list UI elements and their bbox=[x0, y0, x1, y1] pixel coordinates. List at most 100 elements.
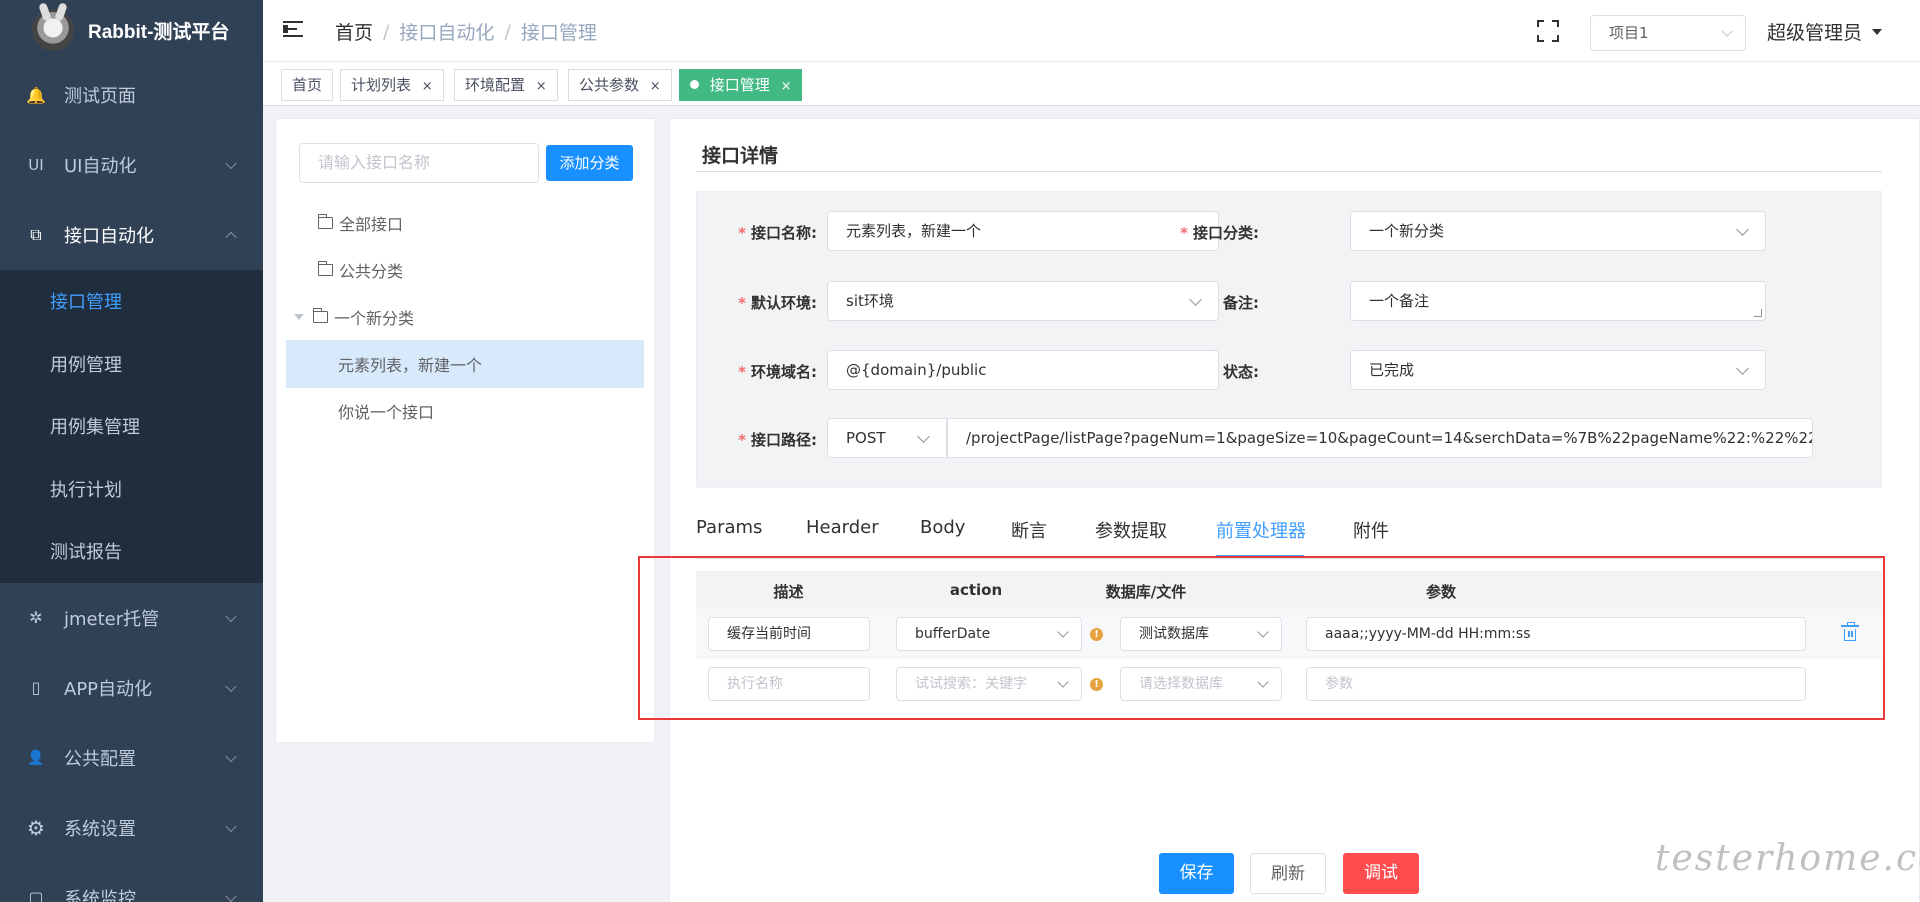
tab-params[interactable]: Params bbox=[696, 517, 762, 538]
navbar: 首页 / 接口自动化 / 接口管理 项目1 超级管理员 bbox=[263, 0, 1920, 62]
sidebar-item-public-config[interactable]: 👤 公共配置 bbox=[0, 723, 263, 793]
folder-icon bbox=[317, 261, 333, 276]
caret-down-icon[interactable] bbox=[294, 314, 304, 320]
user-menu[interactable]: 超级管理员 bbox=[1767, 18, 1883, 45]
api-category-select[interactable]: 一个新分类 bbox=[1350, 211, 1766, 251]
chevron-up-icon bbox=[225, 231, 237, 244]
tree-node-element-list[interactable]: 元素列表，新建一个 bbox=[286, 340, 644, 388]
sidebar-item-api-management[interactable]: 接口管理 bbox=[0, 270, 263, 333]
aperture-icon: ✲ bbox=[29, 608, 43, 627]
sidebar-item-system-settings[interactable]: ⚙ 系统设置 bbox=[0, 793, 263, 863]
chevron-down-icon bbox=[1736, 362, 1749, 375]
sidebar-item-api-automation[interactable]: ⧉ 接口自动化 bbox=[0, 200, 263, 270]
tree-node-all-apis[interactable]: 全部接口 bbox=[286, 199, 644, 247]
tab-header[interactable]: Hearder bbox=[806, 517, 879, 538]
refresh-button[interactable]: 刷新 bbox=[1250, 853, 1326, 894]
default-env-label: * 默认环境: bbox=[738, 294, 817, 312]
api-form: * 接口名称: 元素列表，新建一个 * 接口分类: 一个新分类 * 默认环境: sit… bbox=[696, 191, 1882, 488]
sidebar-item-label: 系统监控 bbox=[64, 888, 136, 902]
ui-text-icon: UI bbox=[28, 156, 44, 174]
folder-icon bbox=[317, 214, 333, 229]
breadcrumb-separator: / bbox=[383, 20, 390, 43]
tree-node-public-category[interactable]: 公共分类 bbox=[286, 246, 644, 294]
tree-node-label: 元素列表，新建一个 bbox=[338, 356, 483, 375]
mobile-icon: ▯ bbox=[31, 678, 41, 697]
project-select[interactable]: 项目1 bbox=[1590, 15, 1746, 51]
tag-api-management[interactable]: 接口管理 × bbox=[679, 69, 803, 101]
status-select[interactable]: 已完成 bbox=[1350, 350, 1766, 390]
chevron-down-icon bbox=[1721, 25, 1733, 37]
api-tree-panel: 请输入接口名称 添加分类 全部接口 公共分类 一个新分类 元素列表，新建一个 你… bbox=[275, 118, 655, 743]
remark-textarea[interactable]: 一个备注 bbox=[1350, 281, 1766, 321]
breadcrumb-home[interactable]: 首页 bbox=[335, 18, 373, 45]
chevron-down-icon bbox=[1736, 223, 1749, 236]
api-path-label: * 接口路径: bbox=[738, 431, 817, 449]
api-category-label: * 接口分类: bbox=[1180, 224, 1259, 242]
api-category-value: 一个新分类 bbox=[1369, 222, 1445, 240]
logo-area: Rabbit-测试平台 bbox=[0, 0, 263, 60]
tab-body[interactable]: Body bbox=[920, 517, 965, 538]
api-name-label: * 接口名称: bbox=[738, 224, 817, 242]
tree-node-label: 全部接口 bbox=[339, 215, 404, 234]
fullscreen-icon[interactable] bbox=[1537, 20, 1559, 42]
user-icon: 👤 bbox=[27, 749, 45, 766]
sidebar-item-label: UI自动化 bbox=[64, 156, 137, 177]
tag-label: 环境配置 bbox=[465, 76, 526, 94]
tree-node-new-category[interactable]: 一个新分类 bbox=[286, 293, 644, 341]
tab-attachment[interactable]: 附件 bbox=[1353, 517, 1389, 543]
close-icon[interactable]: × bbox=[650, 79, 661, 94]
tag-env-config[interactable]: 环境配置 × bbox=[454, 69, 558, 101]
sidebar-item-suite-management[interactable]: 用例集管理 bbox=[0, 395, 263, 458]
sidebar: Rabbit-测试平台 🔔 测试页面 UI UI自动化 ⧉ 接口自动化 接口管理… bbox=[0, 0, 263, 902]
sidebar-item-app-automation[interactable]: ▯ APP自动化 bbox=[0, 653, 263, 723]
tags-view: 首页 计划列表 × 环境配置 × 公共参数 × 接口管理 × bbox=[263, 62, 1920, 106]
sidebar-item-ui-automation[interactable]: UI UI自动化 bbox=[0, 130, 263, 200]
close-icon[interactable]: × bbox=[536, 79, 547, 94]
api-search-input[interactable]: 请输入接口名称 bbox=[299, 143, 539, 183]
bell-icon: 🔔 bbox=[26, 85, 46, 105]
status-label: 状态: bbox=[1223, 363, 1259, 381]
tag-label: 首页 bbox=[292, 76, 323, 94]
tab-assertion[interactable]: 断言 bbox=[1011, 517, 1047, 543]
remark-value: 一个备注 bbox=[1369, 292, 1430, 310]
sidebar-item-test-page[interactable]: 🔔 测试页面 bbox=[0, 60, 263, 130]
chevron-down-icon bbox=[225, 680, 237, 692]
api-detail-panel: 接口详情 * 接口名称: 元素列表，新建一个 * 接口分类: 一个新分类 * 默认环境… bbox=[669, 118, 1920, 902]
debug-button[interactable]: 调试 bbox=[1343, 853, 1419, 894]
sidebar-item-test-report[interactable]: 测试报告 bbox=[0, 520, 263, 583]
tree-node-label: 公共分类 bbox=[339, 262, 404, 281]
http-method-select[interactable]: POST bbox=[827, 418, 947, 458]
tag-label: 接口管理 bbox=[709, 76, 770, 94]
tree-node-some-api[interactable]: 你说一个接口 bbox=[286, 387, 644, 435]
hamburger-menu-icon[interactable] bbox=[283, 20, 305, 38]
breadcrumb-api-management: 接口管理 bbox=[520, 22, 597, 44]
tag-public-params[interactable]: 公共参数 × bbox=[568, 69, 672, 101]
tag-plan-list[interactable]: 计划列表 × bbox=[340, 69, 444, 101]
tag-label: 计划列表 bbox=[351, 76, 412, 94]
tree-node-label: 一个新分类 bbox=[334, 309, 415, 328]
tree-node-label: 你说一个接口 bbox=[338, 403, 435, 422]
add-category-button[interactable]: 添加分类 bbox=[546, 145, 633, 181]
resize-handle-icon[interactable] bbox=[1754, 309, 1762, 317]
sidebar-item-jmeter[interactable]: ✲ jmeter托管 bbox=[0, 583, 263, 653]
app-title: Rabbit-测试平台 bbox=[88, 21, 230, 43]
breadcrumb: 首页 / 接口自动化 / 接口管理 bbox=[335, 18, 597, 45]
close-icon[interactable]: × bbox=[781, 79, 792, 94]
chevron-down-icon bbox=[917, 430, 930, 443]
close-icon[interactable]: × bbox=[422, 79, 433, 94]
tag-home[interactable]: 首页 bbox=[281, 69, 334, 101]
chevron-down-icon bbox=[225, 157, 237, 170]
sidebar-item-system-monitor[interactable]: ▢ 系统监控 bbox=[0, 863, 263, 902]
remark-label: 备注: bbox=[1223, 294, 1259, 312]
sidebar-item-execution-plan[interactable]: 执行计划 bbox=[0, 458, 263, 521]
api-path-input[interactable]: /projectPage/listPage?pageNum=1&pageSize… bbox=[947, 418, 1813, 458]
folder-icon bbox=[312, 308, 328, 323]
save-button[interactable]: 保存 bbox=[1159, 853, 1234, 894]
active-dot-icon bbox=[690, 80, 699, 89]
tag-label: 公共参数 bbox=[579, 76, 640, 94]
sidebar-item-label: 接口自动化 bbox=[64, 226, 154, 247]
sidebar-item-case-management[interactable]: 用例管理 bbox=[0, 333, 263, 396]
gear-icon: ⚙ bbox=[27, 815, 45, 840]
tab-preprocessor[interactable]: 前置处理器 bbox=[1216, 517, 1306, 543]
tab-param-extract[interactable]: 参数提取 bbox=[1095, 517, 1167, 543]
